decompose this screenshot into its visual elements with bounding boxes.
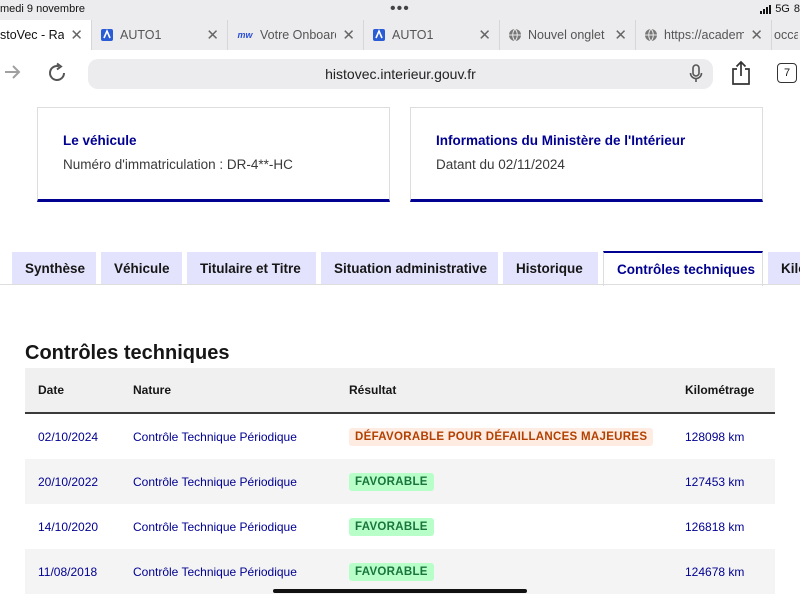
row-nature: Contrôle Technique Périodique	[133, 474, 297, 489]
browser-tab-title: AUTO1	[392, 28, 434, 42]
browser-tab[interactable]: https://academ ✕	[636, 20, 772, 50]
row-mileage: 126818 km	[685, 519, 745, 534]
url-bar[interactable]: histovec.interieur.gouv.fr	[88, 59, 713, 89]
auto1-icon	[100, 28, 114, 42]
network-label: 5G	[775, 3, 790, 15]
section-tabs: Synthèse Véhicule Titulaire et Titre Sit…	[0, 251, 800, 286]
tab-switcher-button[interactable]: 7	[777, 63, 797, 83]
close-tab-icon[interactable]: ✕	[614, 26, 627, 44]
tab-synthese[interactable]: Synthèse	[12, 252, 96, 285]
page-title: Contrôles techniques	[25, 342, 230, 364]
status-badge: FAVORABLE	[349, 472, 434, 491]
vehicle-card: Le véhicule Numéro d'immatriculation : D…	[37, 107, 390, 202]
row-date: 20/10/2022	[38, 474, 99, 489]
microphone-icon[interactable]	[689, 64, 703, 87]
reload-icon[interactable]	[46, 62, 68, 90]
forward-arrow-icon[interactable]	[2, 62, 22, 88]
browser-tab[interactable]: Nouvel onglet ✕	[500, 20, 636, 50]
browser-tab-title: Nouvel onglet	[528, 28, 605, 42]
ministry-card-text: Datant du 02/11/2024	[436, 157, 565, 172]
multitasking-dots-icon[interactable]: •••	[390, 0, 410, 18]
auto1-icon	[372, 28, 386, 42]
close-tab-icon[interactable]: ✕	[206, 26, 219, 44]
status-date: medi 9 novembre	[0, 3, 85, 15]
browser-tab[interactable]: stoVec - Rapp ✕	[0, 20, 92, 50]
home-indicator[interactable]	[273, 589, 527, 593]
inspections-table: Date Nature Résultat Kilométrage 02/10/2…	[25, 368, 775, 594]
url-text: histovec.interieur.gouv.fr	[325, 66, 476, 82]
row-date: 14/10/2020	[38, 519, 99, 534]
browser-tab[interactable]: mw Votre Onboardi ✕	[228, 20, 364, 50]
browser-tab-title: AUTO1	[120, 28, 162, 42]
tab-controles-techniques[interactable]: Contrôles techniques	[603, 251, 763, 286]
ministry-card: Informations du Ministère de l'Intérieur…	[410, 107, 763, 202]
browser-tab[interactable]: occa	[772, 20, 800, 50]
table-row: 20/10/2022 Contrôle Technique Périodique…	[25, 459, 775, 504]
browser-tab[interactable]: AUTO1 ✕	[92, 20, 228, 50]
row-nature: Contrôle Technique Périodique	[133, 519, 297, 534]
tab-kilometrage[interactable]: Kilo	[768, 252, 800, 285]
row-date: 02/10/2024	[38, 429, 99, 444]
tab-vehicule[interactable]: Véhicule	[101, 252, 182, 285]
column-header-date: Date	[38, 383, 65, 397]
browser-tab[interactable]: AUTO1 ✕	[364, 20, 500, 50]
row-nature: Contrôle Technique Périodique	[133, 429, 297, 444]
browser-toolbar: histovec.interieur.gouv.fr 7	[0, 50, 800, 98]
row-date: 11/08/2018	[38, 564, 98, 579]
row-result: FAVORABLE	[349, 459, 434, 504]
column-header-nature: Nature	[133, 383, 172, 397]
row-result: FAVORABLE	[349, 504, 434, 549]
mw-icon: mw	[237, 30, 253, 40]
status-badge: DÉFAVORABLE POUR DÉFAILLANCES MAJEURES	[349, 427, 654, 446]
table-row: 11/08/2018 Contrôle Technique Périodique…	[25, 549, 775, 594]
tab-situation[interactable]: Situation administrative	[321, 252, 498, 285]
browser-tab-bar: stoVec - Rapp ✕ AUTO1 ✕ mw Votre Onboard…	[0, 20, 800, 50]
page-content: Le véhicule Numéro d'immatriculation : D…	[0, 98, 800, 600]
table-row: 02/10/2024 Contrôle Technique Périodique…	[25, 414, 775, 459]
browser-tab-title: Votre Onboardi	[260, 28, 337, 42]
table-header: Date Nature Résultat Kilométrage	[25, 368, 775, 414]
browser-tab-title: occa	[774, 28, 798, 42]
close-tab-icon[interactable]: ✕	[478, 26, 491, 44]
row-result: DÉFAVORABLE POUR DÉFAILLANCES MAJEURES	[349, 414, 654, 459]
row-nature: Contrôle Technique Périodique	[133, 564, 297, 579]
column-header-result: Résultat	[349, 383, 397, 397]
tab-titulaire[interactable]: Titulaire et Titre	[187, 252, 316, 285]
row-mileage: 127453 km	[685, 474, 745, 489]
signal-icon	[760, 4, 772, 14]
share-icon[interactable]	[730, 60, 752, 91]
globe-icon	[508, 28, 522, 42]
status-badge: FAVORABLE	[349, 517, 434, 536]
close-tab-icon[interactable]: ✕	[70, 26, 83, 44]
close-tab-icon[interactable]: ✕	[750, 26, 763, 44]
close-tab-icon[interactable]: ✕	[342, 26, 355, 44]
row-result: FAVORABLE	[349, 549, 434, 594]
vehicle-card-title: Le véhicule	[63, 133, 137, 148]
status-indicators: 5G 8	[760, 3, 800, 15]
globe-icon	[644, 28, 658, 42]
status-badge: FAVORABLE	[349, 562, 434, 581]
browser-tab-title: https://academ	[664, 28, 745, 42]
vehicle-card-text: Numéro d'immatriculation : DR-4**-HC	[63, 157, 293, 172]
ministry-card-title: Informations du Ministère de l'Intérieur	[436, 133, 686, 148]
battery-label: 8	[793, 3, 800, 15]
row-mileage: 128098 km	[685, 429, 745, 444]
tab-historique[interactable]: Historique	[503, 252, 598, 285]
status-bar: medi 9 novembre ••• 5G 8	[0, 0, 800, 20]
tab-panel-border	[0, 284, 800, 285]
column-header-mileage: Kilométrage	[685, 383, 755, 397]
table-row: 14/10/2020 Contrôle Technique Périodique…	[25, 504, 775, 549]
browser-tab-title: stoVec - Rapp	[0, 28, 65, 42]
row-mileage: 124678 km	[685, 564, 745, 579]
